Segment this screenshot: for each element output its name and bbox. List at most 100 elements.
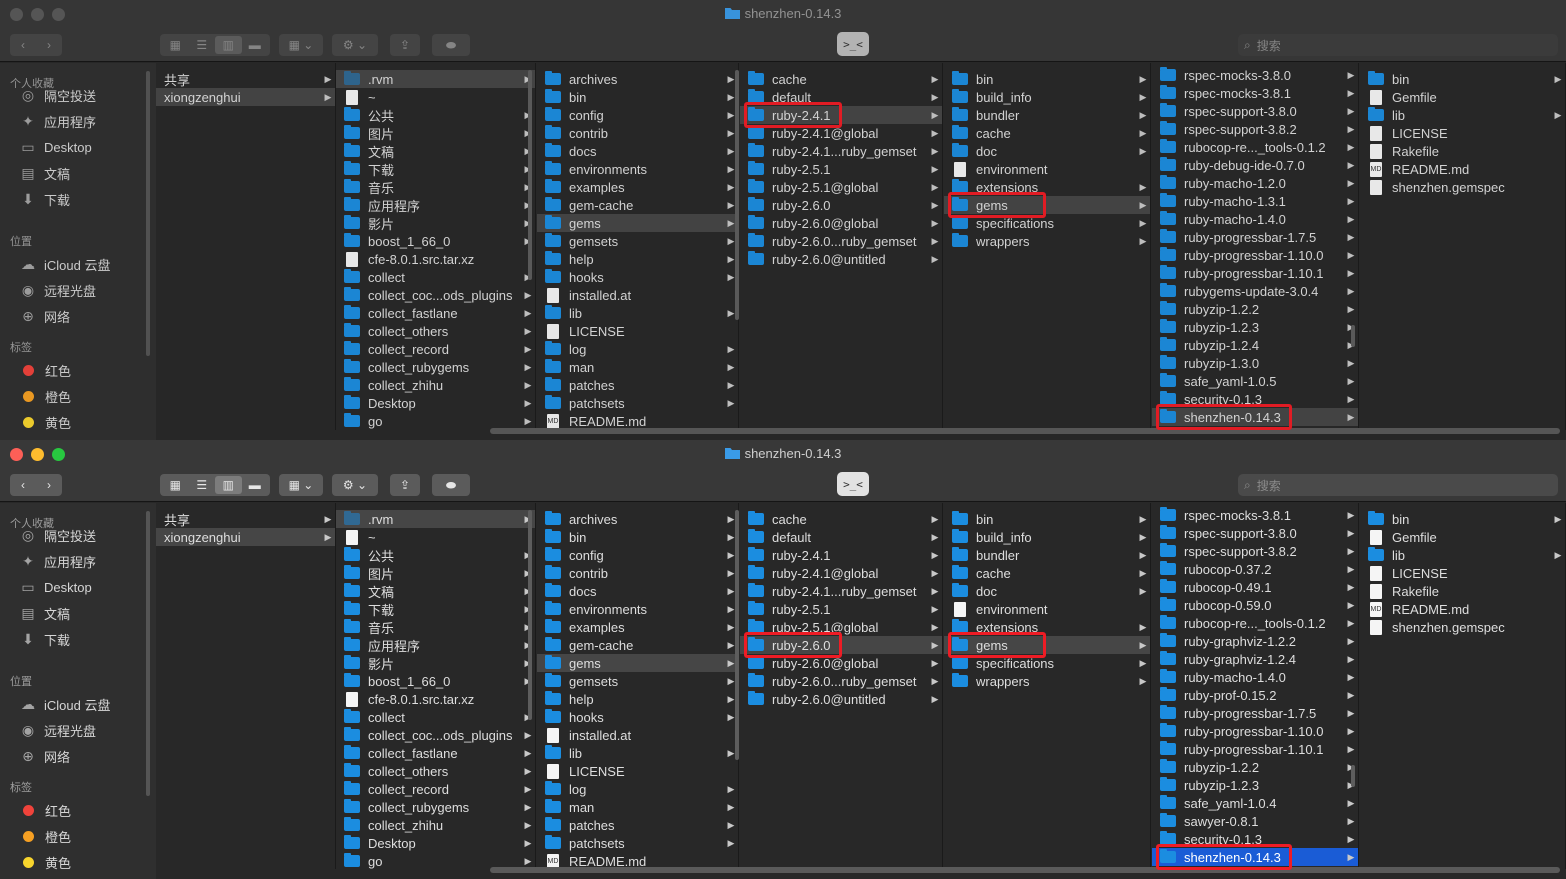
column-scrollbar[interactable]: [735, 510, 739, 760]
action-gear-icon[interactable]: ⚙ ⌄: [332, 474, 378, 496]
column-row[interactable]: boost_1_66_0▶: [336, 232, 535, 250]
column-row[interactable]: 音乐▶: [336, 178, 535, 196]
column-row[interactable]: wrappers ▶: [944, 232, 1150, 250]
column-row[interactable]: collect_record ▶: [336, 780, 535, 798]
column-row[interactable]: cfe-8.0.1.src.tar.xz: [336, 690, 535, 708]
column-row[interactable]: patchsets ▶: [537, 394, 738, 412]
column-row[interactable]: ruby-2.6.0@global ▶: [740, 654, 942, 672]
browser-column-4[interactable]: cache ▶ default ▶ ruby-2.4.1 ▶ ruby-2.4.1@glob…: [740, 63, 943, 430]
column-row[interactable]: cache ▶: [740, 510, 942, 528]
column-row[interactable]: ruby-2.4.1 ▶: [740, 106, 942, 124]
column-row[interactable]: cfe-8.0.1.src.tar.xz: [336, 250, 535, 268]
column-row[interactable]: doc ▶: [944, 582, 1150, 600]
column-row[interactable]: rubyzip-1.2.2▶: [1152, 758, 1358, 776]
column-row[interactable]: contrib ▶: [537, 564, 738, 582]
column-row[interactable]: ruby-2.4.1...ruby_gemset ▶: [740, 142, 942, 160]
column-row[interactable]: ruby-2.6.0 ▶: [740, 636, 942, 654]
forward-arrow-icon[interactable]: ›: [47, 38, 51, 52]
column-row[interactable]: environment: [944, 600, 1150, 618]
column-row[interactable]: 应用程序▶: [336, 636, 535, 654]
column-row[interactable]: ruby-progressbar-1.10.0 ▶: [1152, 246, 1358, 264]
column-row[interactable]: ruby-2.4.1 ▶: [740, 546, 942, 564]
column-row[interactable]: collect_zhihu ▶: [336, 376, 535, 394]
column-row[interactable]: bin ▶: [944, 510, 1150, 528]
column-row[interactable]: 图片▶: [336, 124, 535, 142]
column-row[interactable]: rubygems-update-3.0.4 ▶: [1152, 282, 1358, 300]
column-row[interactable]: gemsets ▶: [537, 232, 738, 250]
column-row[interactable]: rubocop-0.49.1 ▶: [1152, 578, 1358, 596]
column-row[interactable]: build_info ▶: [944, 528, 1150, 546]
column-row[interactable]: ruby-2.5.1@global ▶: [740, 618, 942, 636]
column-row[interactable]: ruby-2.4.1@global ▶: [740, 564, 942, 582]
column-row[interactable]: collect_rubygems ▶: [336, 798, 535, 816]
search-field[interactable]: ⌕ 搜索: [1238, 34, 1558, 56]
browser-column-5[interactable]: bin ▶ build_info ▶ bundler ▶ cache ▶ doc ▶ environ…: [944, 63, 1151, 430]
column-row[interactable]: wrappers ▶: [944, 672, 1150, 690]
column-row[interactable]: bin ▶: [944, 70, 1150, 88]
column-row[interactable]: 共享 ▶: [156, 510, 335, 528]
column-row[interactable]: doc ▶: [944, 142, 1150, 160]
column-row[interactable]: default ▶: [740, 88, 942, 106]
browser-column-5[interactable]: bin ▶ build_info ▶ bundler ▶ cache ▶ doc ▶ environ…: [944, 503, 1151, 869]
sidebar-item-desktop[interactable]: ▭ Desktop: [20, 576, 91, 598]
column-view-icon[interactable]: ▥: [215, 36, 242, 54]
column-row[interactable]: lib ▶: [1360, 106, 1565, 124]
browser-column-3[interactable]: archives ▶ bin ▶ config ▶ contrib ▶ docs ▶ environ…: [537, 63, 739, 430]
column-row[interactable]: 公共▶: [336, 106, 535, 124]
column-row[interactable]: collect_zhihu ▶: [336, 816, 535, 834]
finder-window-front[interactable]: shenzhen-0.14.3 ‹ › ▦ ☰ ▥ ▬ ▦ ⌄ ⚙ ⌄ ⇪ ⬬ >_< ⌕ 搜索 个人收藏 ◎…: [0, 440, 1566, 879]
column-row[interactable]: ruby-2.5.1 ▶: [740, 600, 942, 618]
column-row[interactable]: installed.at: [537, 286, 738, 304]
column-row[interactable]: collect_others ▶: [336, 762, 535, 780]
back-arrow-icon[interactable]: ‹: [21, 38, 25, 52]
terminal-icon[interactable]: >_<: [837, 32, 869, 56]
column-row[interactable]: cache ▶: [944, 564, 1150, 582]
column-row[interactable]: rspec-mocks-3.8.1 ▶: [1152, 506, 1358, 524]
column-row[interactable]: 下载▶: [336, 160, 535, 178]
gallery-view-icon[interactable]: ▬: [242, 36, 269, 54]
action-gear-icon[interactable]: ⚙ ⌄: [332, 34, 378, 56]
column-row[interactable]: bin ▶: [1360, 70, 1565, 88]
column-row[interactable]: collect▶: [336, 708, 535, 726]
column-row[interactable]: help ▶: [537, 250, 738, 268]
sidebar-item-network[interactable]: ⊕ 网络: [20, 305, 70, 327]
column-row[interactable]: gems ▶: [944, 196, 1150, 214]
column-row[interactable]: man ▶: [537, 358, 738, 376]
column-row[interactable]: bundler ▶: [944, 546, 1150, 564]
column-row[interactable]: gemsets ▶: [537, 672, 738, 690]
column-row[interactable]: xiongzenghui ▶: [156, 88, 335, 106]
column-row[interactable]: ruby-2.6.0@untitled ▶: [740, 250, 942, 268]
column-row[interactable]: gems ▶: [537, 654, 738, 672]
column-row[interactable]: bundler ▶: [944, 106, 1150, 124]
browser-column-6[interactable]: rspec-mocks-3.8.1 ▶ rspec-support-3.8.0 ▶ rs…: [1152, 503, 1359, 869]
column-row[interactable]: collect_coc...ods_plugins ▶: [336, 726, 535, 744]
column-row[interactable]: shenzhen-0.14.3 ▶: [1152, 408, 1358, 426]
column-row[interactable]: ruby-2.6.0@untitled ▶: [740, 690, 942, 708]
column-row[interactable]: rubyzip-1.2.3▶: [1152, 318, 1358, 336]
column-row[interactable]: hooks ▶: [537, 708, 738, 726]
column-row[interactable]: gems ▶: [537, 214, 738, 232]
column-row[interactable]: ruby-macho-1.3.1 ▶: [1152, 192, 1358, 210]
column-row[interactable]: docs ▶: [537, 582, 738, 600]
column-row[interactable]: gem-cache ▶: [537, 636, 738, 654]
column-scrollbar[interactable]: [735, 70, 739, 320]
group-menu-icon[interactable]: ▦ ⌄: [279, 34, 323, 56]
column-row[interactable]: xiongzenghui ▶: [156, 528, 335, 546]
sidebar-tag-item[interactable]: 黄色: [20, 851, 71, 873]
sidebar-scrollbar[interactable]: [146, 71, 150, 356]
column-row[interactable]: bin ▶: [537, 528, 738, 546]
sidebar-item-documents[interactable]: ▤ 文稿: [20, 162, 70, 184]
share-icon[interactable]: ⇪: [390, 34, 420, 56]
column-row[interactable]: ruby-progressbar-1.10.1 ▶: [1152, 264, 1358, 282]
column-row[interactable]: extensions ▶: [944, 178, 1150, 196]
column-row[interactable]: ruby-macho-1.4.0 ▶: [1152, 210, 1358, 228]
column-row[interactable]: rubocop-re..._tools-0.1.2 ▶: [1152, 138, 1358, 156]
column-view-icon[interactable]: ▥: [215, 476, 242, 494]
column-row[interactable]: lib ▶: [537, 744, 738, 762]
column-row[interactable]: rubyzip-1.2.2▶: [1152, 300, 1358, 318]
icon-view-icon[interactable]: ▦: [162, 476, 189, 494]
column-row[interactable]: collect_others ▶: [336, 322, 535, 340]
column-row[interactable]: collect▶: [336, 268, 535, 286]
column-row[interactable]: rubocop-re..._tools-0.1.2 ▶: [1152, 614, 1358, 632]
sidebar-tag-item[interactable]: 黄色: [20, 411, 71, 433]
